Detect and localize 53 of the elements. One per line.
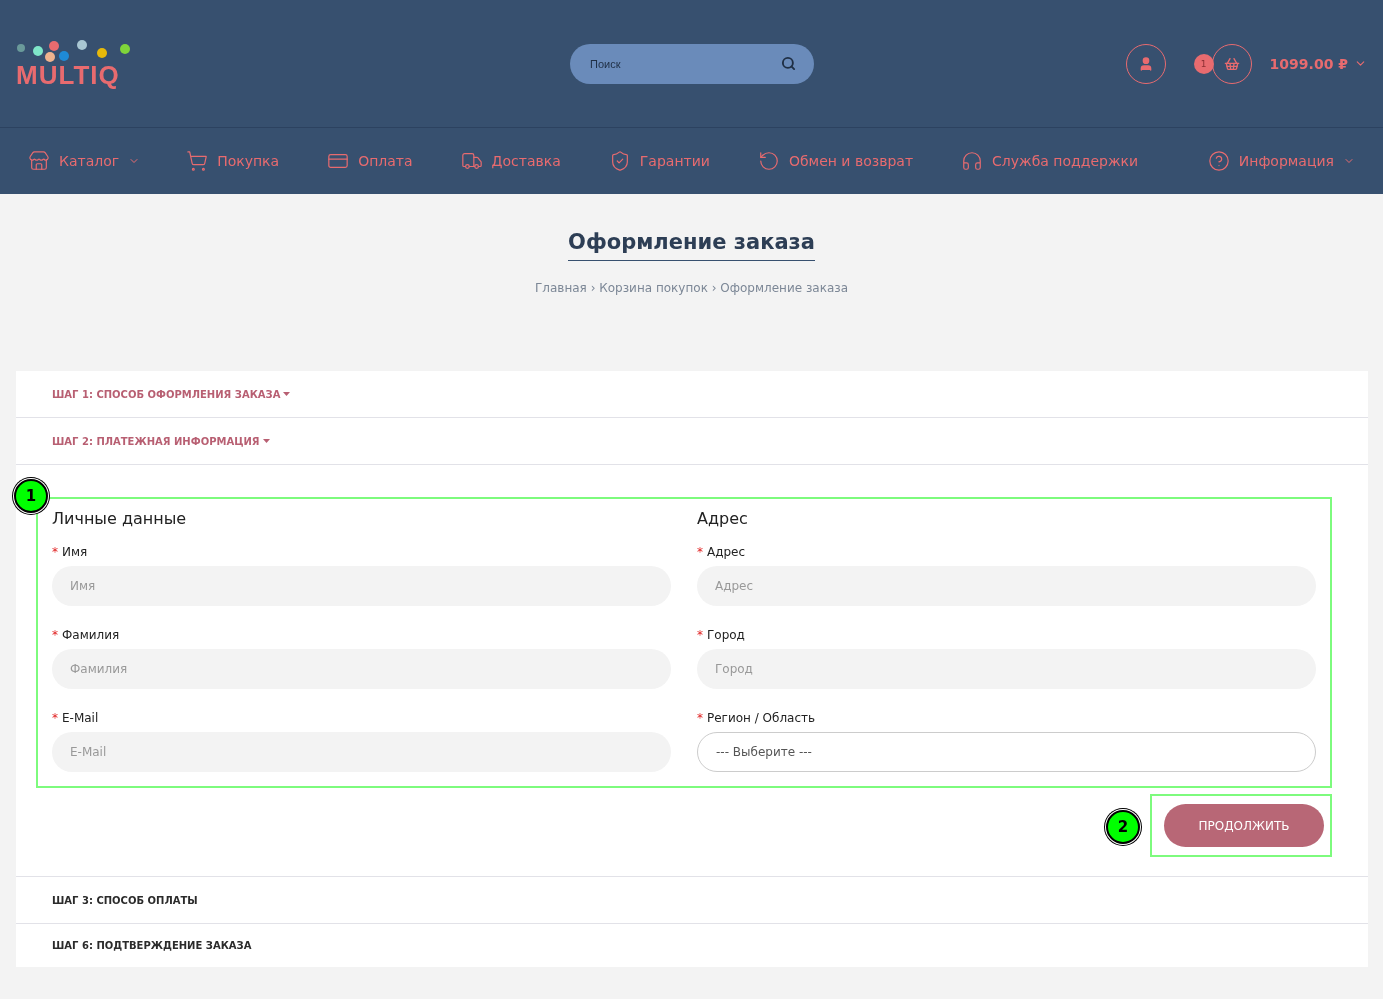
required-mark: * <box>52 711 58 725</box>
headset-icon <box>961 150 984 172</box>
dots-icon <box>16 39 132 62</box>
required-mark: * <box>52 628 58 642</box>
cart-count-badge: 1 <box>1193 53 1214 74</box>
field-label: * Регион / Область <box>697 711 817 725</box>
search-input[interactable]: Поиск <box>588 56 781 71</box>
input-field[interactable]: Город <box>697 649 1316 689</box>
cart-total[interactable]: 1099.00 ₽ <box>1269 55 1367 72</box>
truck-icon <box>460 150 483 172</box>
section-title: Личные данные <box>52 509 188 528</box>
input-field[interactable]: Имя <box>52 566 671 606</box>
basket-icon <box>1223 55 1240 72</box>
annotation-marker: 1 <box>14 479 48 513</box>
nav-link[interactable]: Обмен и возврат <box>757 150 914 172</box>
step-link[interactable]: ШАГ 1: СПОСОБ ОФОРМЛЕНИЯ ЗАКАЗА <box>52 388 291 400</box>
input-field[interactable]: Фамилия <box>52 649 671 689</box>
nav-link[interactable]: Служба поддержки <box>961 150 1139 172</box>
continue-button[interactable]: ПРОДОЛЖИТЬ <box>1164 804 1324 847</box>
step-link[interactable]: ШАГ 6: ПОДТВЕРЖДЕНИЕ ЗАКАЗА <box>52 940 252 951</box>
page-title: Оформление заказа <box>568 230 815 261</box>
required-mark: * <box>52 545 58 559</box>
search-field[interactable]: Поиск <box>570 43 814 84</box>
input-field[interactable]: E-Mail <box>52 732 671 772</box>
field-label: * Имя <box>52 545 89 559</box>
required-mark: * <box>697 545 703 559</box>
nav-link[interactable]: Покупка <box>186 150 280 172</box>
nav-link[interactable]: Доставка <box>460 150 561 172</box>
step-link[interactable]: ШАГ 2: ПЛАТЕЖНАЯ ИНФОРМАЦИЯ <box>52 435 270 447</box>
undo-arrow-icon <box>757 150 780 172</box>
nav-link[interactable]: Оплата <box>327 150 413 172</box>
region-select[interactable]: --- Выберите --- <box>697 732 1316 772</box>
help-icon <box>1207 150 1230 172</box>
required-mark: * <box>697 711 703 725</box>
caret-down-icon <box>283 392 291 396</box>
field-label: * Город <box>697 628 746 642</box>
logo[interactable]: MULTIQ <box>16 61 570 88</box>
field-label: * E-Mail <box>52 711 100 725</box>
cart-icon <box>186 150 209 172</box>
field-label: * Адрес <box>697 545 747 559</box>
nav-link[interactable]: Информация <box>1207 150 1355 172</box>
breadcrumbs: Главная › Корзина покупок › Оформление заказа <box>535 281 848 295</box>
store-icon <box>28 150 50 172</box>
step-link[interactable]: ШАГ 3: СПОСОБ ОПЛАТЫ <box>52 894 198 906</box>
caret-down-icon <box>262 439 270 443</box>
annotation-marker: 2 <box>1106 810 1140 844</box>
nav-link[interactable]: Каталог <box>28 150 141 172</box>
field-label: * Фамилия <box>52 628 121 642</box>
input-field[interactable]: Адрес <box>697 566 1316 606</box>
required-mark: * <box>697 628 703 642</box>
section-title: Адрес <box>697 509 749 528</box>
nav-link[interactable]: Гарантии <box>608 150 710 172</box>
search-icon[interactable] <box>781 56 796 71</box>
